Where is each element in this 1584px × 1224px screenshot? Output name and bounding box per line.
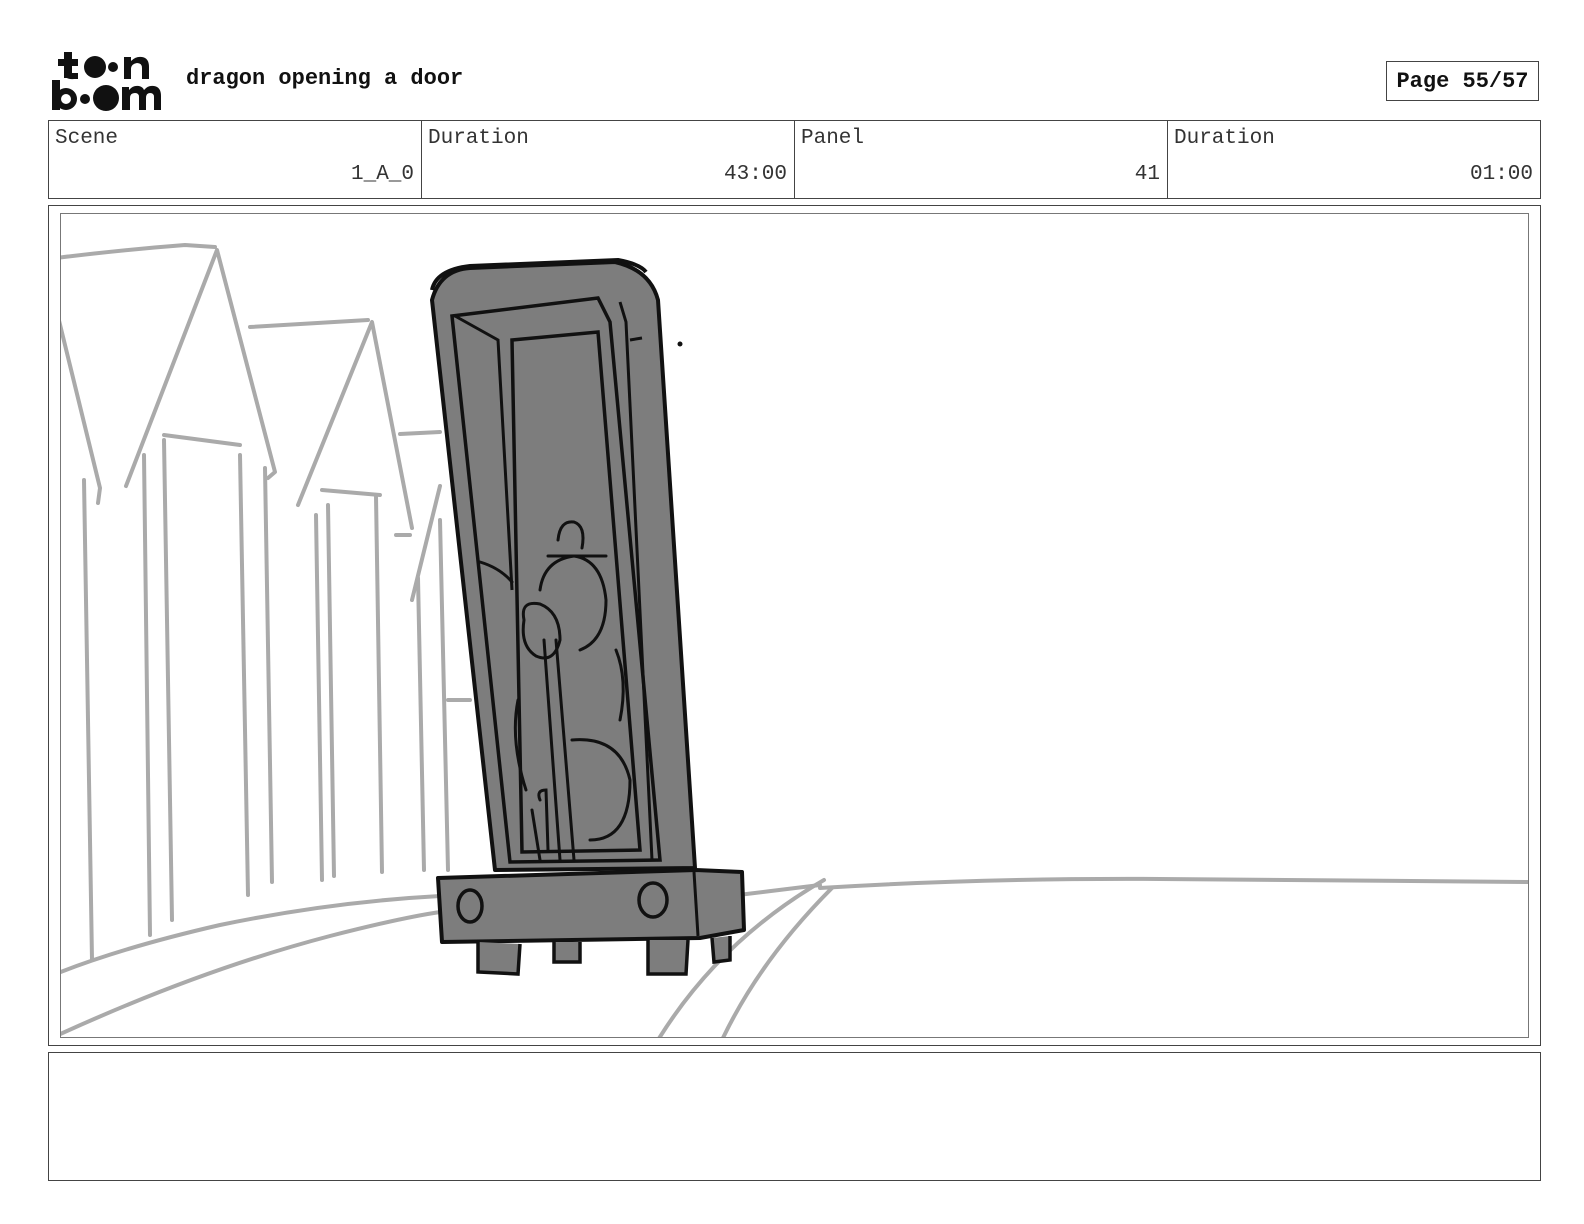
panel-label: Panel [801, 127, 865, 150]
grandfather-clock-sketch [430, 257, 746, 976]
storyboard-sketch [61, 243, 1528, 1037]
page-indicator: Page 55/57 [1386, 61, 1539, 101]
scene-duration-cell: Duration 43:00 [422, 121, 795, 198]
scene-duration-label: Duration [428, 127, 529, 150]
scene-value: 1_A_0 [350, 163, 414, 186]
info-bar: Scene 1_A_0 Duration 43:00 Panel 41 Dura… [48, 120, 1541, 199]
panel-value: 41 [1134, 163, 1160, 186]
scene-label: Scene [55, 127, 119, 150]
scene-duration-value: 43:00 [723, 163, 787, 186]
background-sketch [61, 243, 1528, 1037]
panel-duration-value: 01:00 [1469, 163, 1533, 186]
toon-boom-logo [52, 52, 161, 111]
scene-cell: Scene 1_A_0 [49, 121, 422, 198]
panel-notes-area [48, 1052, 1541, 1181]
panel-duration-label: Duration [1174, 127, 1275, 150]
panel-cell: Panel 41 [795, 121, 1168, 198]
storyboard-title: dragon opening a door [186, 66, 464, 91]
panel-image [60, 213, 1529, 1038]
panel-duration-cell: Duration 01:00 [1168, 121, 1540, 198]
